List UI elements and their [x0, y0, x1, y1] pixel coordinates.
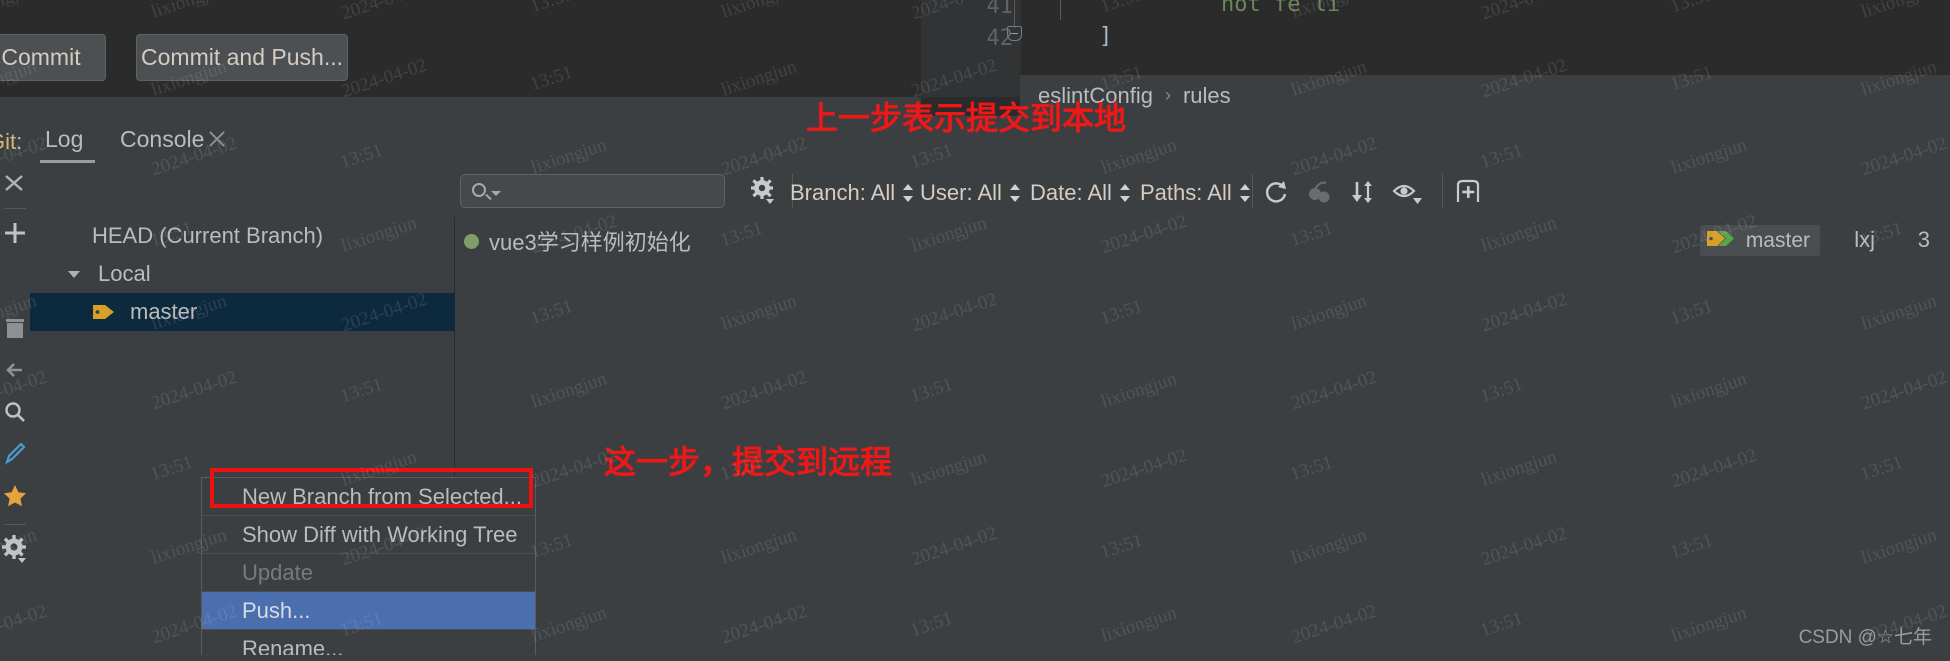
line-number: 41: [986, 0, 1014, 19]
cherry-pick-icon[interactable]: [1305, 177, 1335, 207]
divider: [4, 208, 26, 209]
filter-user[interactable]: User: All: [920, 180, 1021, 206]
breadcrumb-item-rules[interactable]: rules: [1183, 83, 1231, 109]
annotation-text-remote-push: 这一步，提交到远程: [604, 444, 893, 480]
tree-row-master[interactable]: master: [30, 293, 455, 331]
tab-log[interactable]: Log: [45, 126, 83, 153]
chevron-down-icon[interactable]: [491, 191, 501, 196]
tab-active-indicator: [40, 160, 95, 163]
search-input[interactable]: [460, 174, 725, 208]
commit-author: lxj: [1854, 227, 1875, 252]
favorite-icon[interactable]: [0, 480, 30, 514]
code-text: ]: [1099, 24, 1113, 49]
log-toolbar: Branch: All User: All Date: All Paths: A…: [30, 164, 1950, 217]
settings-icon[interactable]: [0, 532, 30, 566]
divider: [4, 524, 26, 525]
annotation-text-local-commit: 上一步表示提交到本地: [806, 100, 1127, 136]
tab-console[interactable]: Console: [120, 126, 204, 153]
branch-chip-label: master: [1745, 228, 1810, 252]
tree-row-local[interactable]: Local: [30, 255, 455, 293]
indent-guide: [1060, 0, 1061, 20]
commit-count: 3: [1917, 227, 1930, 252]
breadcrumb: eslintConfig › rules: [1020, 75, 1950, 116]
branch-context-menu: New Branch from Selected... Show Diff wi…: [201, 477, 536, 661]
tree-row-head[interactable]: HEAD (Current Branch): [30, 217, 455, 255]
git-window-title: Git:: [0, 129, 23, 154]
collapse-expand-icon[interactable]: [1348, 177, 1378, 207]
indent-guide: [1014, 0, 1015, 28]
code-text: not fe li: [1221, 0, 1341, 17]
menu-item-label: Update: [242, 559, 313, 585]
divider: [1442, 174, 1443, 208]
chevron-updown-icon: [1239, 183, 1251, 203]
filter-branch[interactable]: Branch: All: [790, 180, 914, 206]
search-icon[interactable]: [0, 396, 30, 430]
commit-message: vue3学习样例初始化: [489, 230, 691, 255]
filter-paths-label: Paths: All: [1140, 180, 1232, 205]
refresh-icon[interactable]: [1262, 177, 1292, 207]
divider: [1252, 174, 1253, 208]
chevron-down-icon[interactable]: [68, 270, 80, 278]
log-settings-gear-button[interactable]: [745, 174, 781, 208]
branch-tag-icon: [92, 303, 116, 321]
close-icon[interactable]: [207, 129, 227, 149]
menu-item-new-branch-from-selected[interactable]: New Branch from Selected...: [202, 478, 535, 516]
checkout-icon[interactable]: [0, 354, 30, 388]
collapse-all-icon[interactable]: [0, 168, 30, 202]
menu-item-label: New Branch from Selected...: [242, 483, 523, 509]
csdn-watermark: CSDN @☆七年: [1798, 627, 1932, 648]
filter-branch-label: Branch: All: [790, 180, 896, 205]
commit-node-icon: [464, 233, 479, 249]
filter-paths[interactable]: Paths: All: [1140, 180, 1251, 206]
tree-item-label: Local: [98, 261, 151, 286]
git-side-toolbar: [0, 164, 30, 661]
commit-button[interactable]: Commit: [0, 34, 106, 81]
editor-gutter: 41 42: [921, 0, 1021, 97]
edit-icon[interactable]: [0, 438, 30, 472]
menu-item-label: Push...: [242, 597, 311, 623]
add-icon[interactable]: [0, 216, 30, 250]
git-tool-window: Git: Log Console: [0, 116, 1950, 661]
chevron-updown-icon: [903, 183, 914, 203]
chevron-updown-icon: [1119, 183, 1131, 203]
open-in-new-tab-icon[interactable]: [1452, 177, 1482, 207]
branch-tag-icon: [1706, 229, 1738, 253]
chevron-updown-icon: [1009, 183, 1021, 203]
filter-date[interactable]: Date: All: [1030, 180, 1131, 206]
chevron-right-icon: ›: [1164, 85, 1171, 105]
app-window: Commit Commit and Push... 41 42 not fe l…: [0, 0, 1950, 661]
tree-item-label: master: [130, 299, 198, 324]
code-fold-icon[interactable]: [1007, 26, 1022, 41]
tree-item-label: HEAD (Current Branch): [92, 223, 324, 248]
commit-toolbar: Commit Commit and Push...: [0, 0, 921, 97]
filter-user-label: User: All: [920, 180, 1002, 205]
horizontal-scrollbar[interactable]: [30, 655, 1950, 661]
commit-branch-chip[interactable]: master: [1699, 225, 1820, 256]
show-details-icon[interactable]: [1391, 177, 1422, 207]
filter-date-label: Date: All: [1030, 180, 1112, 205]
menu-item-selection-mark: [202, 592, 210, 629]
search-icon: [472, 183, 486, 197]
menu-item-push[interactable]: Push...: [202, 592, 535, 630]
delete-icon[interactable]: [0, 312, 30, 346]
menu-item-label: Show Diff with Working Tree: [242, 521, 518, 547]
commit-and-push-button[interactable]: Commit and Push...: [136, 34, 348, 81]
menu-item-update: Update: [202, 554, 535, 592]
menu-item-show-diff-with-working-tree[interactable]: Show Diff with Working Tree: [202, 516, 535, 554]
